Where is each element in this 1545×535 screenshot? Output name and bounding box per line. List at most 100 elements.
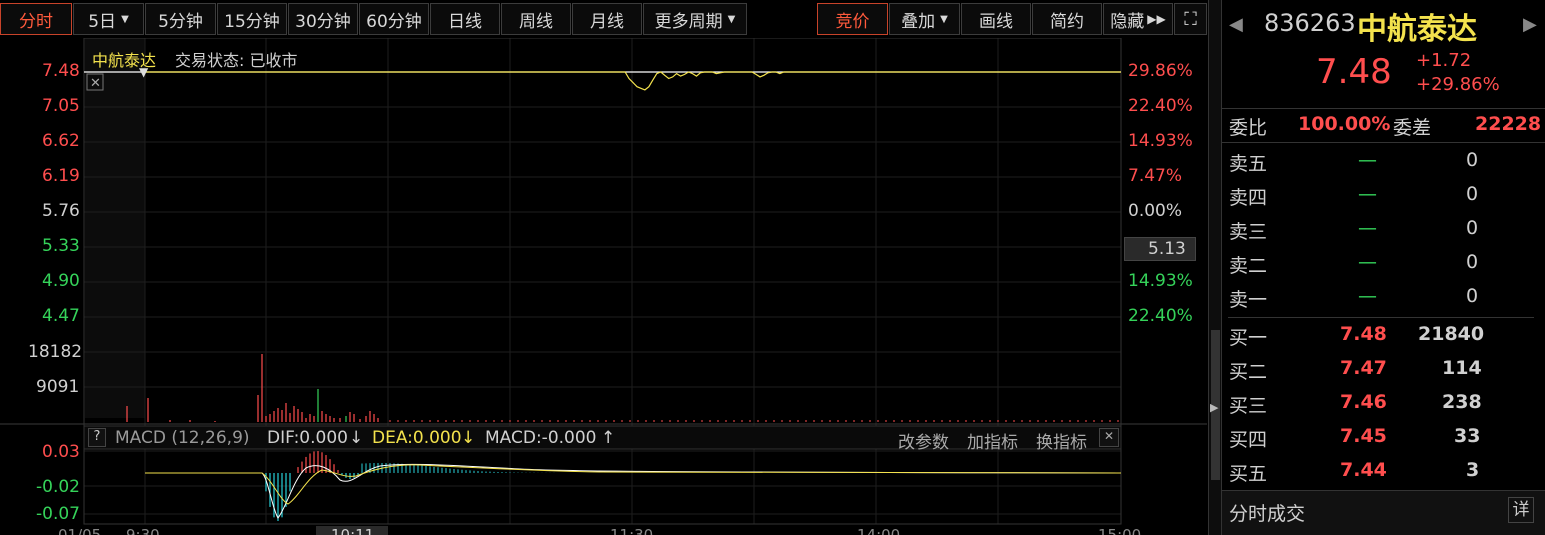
price-tick: 7.05 — [42, 96, 80, 116]
divider — [1228, 317, 1534, 318]
tab-15min[interactable]: 15分钟 — [217, 3, 287, 35]
row-label: 卖五 — [1229, 153, 1268, 175]
row-price: 7.44 — [1340, 459, 1387, 481]
hide-button[interactable]: 隐藏 ▶▶ — [1103, 3, 1173, 35]
row-price: — — [1358, 251, 1377, 273]
row-volume: 0 — [1466, 217, 1479, 239]
volume-tick: 18182 — [28, 342, 83, 362]
divider — [1222, 108, 1545, 109]
order-row-buy5[interactable]: 买五 7.44 3 — [1228, 455, 1528, 489]
price-tick: 6.19 — [42, 166, 80, 186]
price-tick: 4.90 — [42, 271, 80, 291]
row-volume: 114 — [1442, 357, 1482, 379]
button-label: 简约 — [1050, 11, 1084, 32]
stock-code: 836263 — [1264, 9, 1356, 37]
tab-more-periods[interactable]: 更多周期 ▼ — [643, 3, 747, 35]
up-arrow-icon: ↑ — [601, 428, 616, 448]
row-label: 卖一 — [1229, 289, 1268, 311]
chart-area[interactable]: ✕ ▼ 中航泰达 交易状态: 已收市 7.48 7.05 6.62 6.19 5… — [0, 37, 1207, 535]
order-row-buy1[interactable]: 买一 7.48 21840 — [1228, 319, 1528, 353]
tab-label: 周线 — [519, 11, 553, 32]
row-price: 7.46 — [1340, 391, 1387, 413]
row-volume: 0 — [1466, 183, 1479, 205]
tab-daily[interactable]: 日线 — [430, 3, 500, 35]
order-row-sell2[interactable]: 卖二 — 0 — [1228, 247, 1528, 281]
row-label: 买二 — [1229, 361, 1268, 383]
auction-button[interactable]: 竞价 — [817, 3, 888, 35]
tab-label: 日线 — [448, 11, 482, 32]
intraday-chart: ✕ ▼ — [0, 37, 1207, 525]
order-row-buy2[interactable]: 买二 7.47 114 — [1228, 353, 1528, 387]
draw-line-button[interactable]: 画线 — [961, 3, 1031, 35]
row-price: 7.48 — [1340, 323, 1387, 345]
tab-monthly[interactable]: 月线 — [572, 3, 642, 35]
tab-weekly[interactable]: 周线 — [501, 3, 571, 35]
tab-label: 15分钟 — [224, 11, 280, 32]
order-row-sell1[interactable]: 卖一 — 0 — [1228, 281, 1528, 315]
pct-tick: 7.47% — [1128, 166, 1183, 186]
prev-stock-icon[interactable]: ◀ — [1229, 14, 1243, 35]
pct-tick: 14.93% — [1128, 271, 1193, 291]
down-arrow-icon: ↓ — [461, 428, 476, 448]
tab-5day[interactable]: 5日 ▼ — [73, 3, 144, 35]
button-label: 画线 — [979, 11, 1013, 32]
tab-label: 5日 — [88, 11, 117, 32]
price-tick: 5.33 — [42, 236, 80, 256]
time-tick: 9:30 — [126, 526, 160, 535]
panel-splitter[interactable]: ▶ — [1208, 0, 1222, 535]
macd-help-button[interactable]: ? — [88, 428, 106, 447]
pct-tick: 29.86% — [1128, 61, 1193, 81]
fullscreen-icon[interactable]: ⛶ — [1174, 3, 1207, 35]
pct-tick: 22.40% — [1128, 306, 1193, 326]
price-line — [145, 71, 1121, 91]
volume-bars — [126, 354, 1119, 422]
tab-label: 分时 — [19, 11, 53, 32]
dropdown-arrow-icon: ▼ — [940, 13, 948, 25]
macd-label: MACD (12,26,9) — [115, 428, 250, 448]
tab-label: 60分钟 — [366, 11, 422, 32]
volume-tick: 9091 — [36, 377, 80, 397]
macd-dea: DEA:0.000 — [372, 428, 462, 448]
weicha-value: 22228 — [1475, 113, 1542, 135]
macd-dea-line — [145, 464, 1122, 505]
tab-60min[interactable]: 60分钟 — [359, 3, 429, 35]
row-label: 买五 — [1229, 463, 1268, 485]
price-tick: 6.62 — [42, 131, 80, 151]
switch-indicator-button[interactable]: 换指标 — [1036, 428, 1087, 453]
time-tick: 01/05 — [58, 526, 102, 535]
next-stock-icon[interactable]: ▶ — [1523, 14, 1537, 35]
time-tick: 14:00 — [857, 526, 901, 535]
chart-stock-name: 中航泰达 — [92, 51, 157, 70]
row-label: 买四 — [1229, 429, 1268, 451]
tab-intraday[interactable]: 分时 — [0, 3, 72, 35]
expand-arrow-icon: ▶ — [1210, 401, 1219, 414]
order-row-sell4[interactable]: 卖四 — 0 — [1228, 179, 1528, 213]
row-volume: 0 — [1466, 149, 1479, 171]
double-chevron-right-icon: ▶▶ — [1147, 12, 1166, 26]
macd-tick: -0.02 — [36, 477, 80, 497]
down-arrow-icon: ↓ — [349, 428, 364, 448]
time-tick: 11:30 — [610, 526, 654, 535]
row-price: — — [1358, 217, 1377, 239]
order-row-sell5[interactable]: 卖五 — 0 — [1228, 145, 1528, 179]
order-row-buy3[interactable]: 买三 7.46 238 — [1228, 387, 1528, 421]
pct-tick: 0.00% — [1128, 201, 1183, 221]
overlay-button[interactable]: 叠加 ▼ — [889, 3, 960, 35]
close-indicator-icon[interactable]: ✕ — [1099, 428, 1119, 447]
row-price: 7.45 — [1340, 425, 1387, 447]
tab-5min[interactable]: 5分钟 — [145, 3, 216, 35]
weicha-label: 委差 — [1393, 117, 1432, 139]
row-volume: 33 — [1454, 425, 1481, 447]
change-params-button[interactable]: 改参数 — [898, 428, 949, 453]
row-price: — — [1358, 285, 1377, 307]
add-indicator-button[interactable]: 加指标 — [967, 428, 1018, 453]
simple-button[interactable]: 简约 — [1032, 3, 1102, 35]
tab-label: 月线 — [590, 11, 624, 32]
stock-app: 分时 5日 ▼ 5分钟 15分钟 30分钟 60分钟 日线 周线 月线 更多周期 ▼… — [0, 0, 1545, 535]
tab-30min[interactable]: 30分钟 — [288, 3, 358, 35]
detail-glyph: 详 — [1512, 500, 1530, 520]
trading-status: 交易状态: 已收市 — [175, 51, 298, 70]
order-row-buy4[interactable]: 买四 7.45 33 — [1228, 421, 1528, 455]
detail-button[interactable]: 详 — [1508, 497, 1534, 523]
order-row-sell3[interactable]: 卖三 — 0 — [1228, 213, 1528, 247]
